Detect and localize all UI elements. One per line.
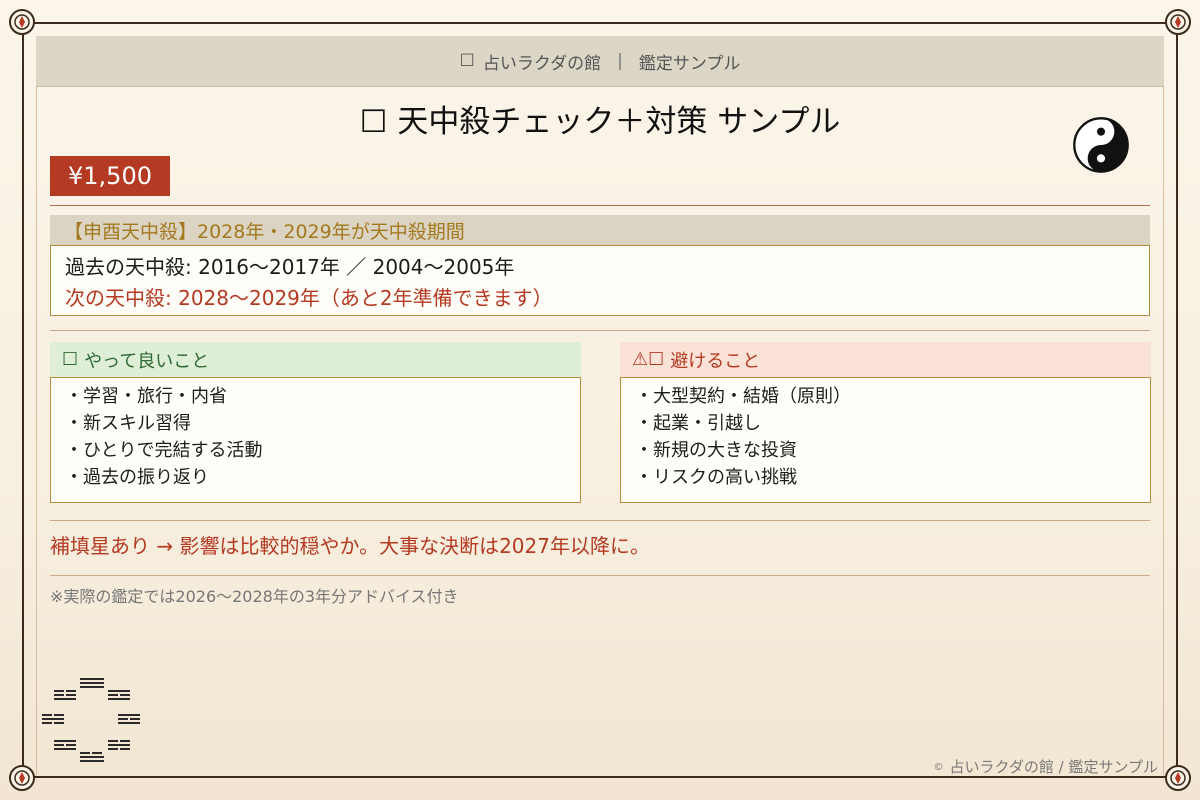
header-glyph-icon: ☐: [459, 51, 475, 71]
corner-ornament-icon: [7, 7, 37, 37]
footer-credit: © 占いラクダの館 / 鑑定サンプル: [933, 756, 1158, 777]
list-item: ・起業・引越し: [635, 413, 761, 434]
list-item: ・学習・旅行・内省: [65, 386, 227, 407]
avoid-heading-text: 避けること: [670, 350, 761, 372]
avoid-heading: ⚠☐ 避けること: [620, 342, 1151, 377]
warning-icon: ⚠☐: [632, 349, 665, 370]
list-item: ・ひとりで完結する活動: [65, 440, 263, 461]
list-item: ・新スキル習得: [65, 413, 191, 434]
check-icon: ☐: [62, 349, 79, 370]
copyright-icon: ©: [933, 762, 944, 773]
title-glyph-icon: ☐: [359, 104, 388, 140]
corner-ornament-icon: [7, 763, 37, 793]
divider: [50, 205, 1150, 206]
list-item: ・大型契約・結婚（原則）: [635, 386, 851, 407]
corner-ornament-icon: [1163, 7, 1193, 37]
good-heading-text: やって良いこと: [84, 350, 210, 372]
price-badge: ¥1,500: [50, 156, 170, 196]
good-list-box: ・学習・旅行・内省 ・新スキル習得 ・ひとりで完結する活動 ・過去の振り返り: [50, 377, 581, 503]
header-subtitle: 鑑定サンプル: [638, 53, 741, 74]
divider: [50, 520, 1150, 521]
page-title: ☐ 天中殺チェック＋対策 サンプル: [0, 96, 1200, 141]
divider: [50, 575, 1150, 576]
list-item: ・リスクの高い挑戦: [635, 467, 797, 488]
next-period-text: 次の天中殺: 2028〜2029年（あと2年準備できます）: [65, 286, 553, 310]
page-title-text: 天中殺チェック＋対策 サンプル: [397, 104, 841, 140]
shop-name: 占いラクダの館: [482, 53, 602, 74]
period-heading: 【申酉天中殺】2028年・2029年が天中殺期間: [50, 215, 1150, 245]
divider: [50, 330, 1150, 331]
footnote: ※実際の鑑定では2026〜2028年の3年分アドバイス付き: [50, 587, 459, 606]
avoid-list-box: ・大型契約・結婚（原則） ・起業・引越し ・新規の大きな投資 ・リスクの高い挑戦: [620, 377, 1151, 503]
good-heading: ☐ やって良いこと: [50, 342, 581, 377]
corner-ornament-icon: [1163, 763, 1193, 793]
list-item: ・新規の大きな投資: [635, 440, 797, 461]
yinyang-icon: [1072, 116, 1130, 174]
past-period-text: 過去の天中殺: 2016〜2017年 ／ 2004〜2005年: [65, 255, 515, 279]
period-box: 過去の天中殺: 2016〜2017年 ／ 2004〜2005年 次の天中殺: 2…: [50, 245, 1150, 316]
header-separator: |: [617, 51, 623, 71]
advice-note: 補填星あり → 影響は比較的穏やか。大事な決断は2027年以降に。: [50, 534, 650, 558]
header-bar: ☐ 占いラクダの館 | 鑑定サンプル: [36, 36, 1164, 87]
bagua-trigram-icon: [38, 676, 146, 766]
footer-text: 占いラクダの館 / 鑑定サンプル: [949, 758, 1158, 776]
list-item: ・過去の振り返り: [65, 467, 209, 488]
